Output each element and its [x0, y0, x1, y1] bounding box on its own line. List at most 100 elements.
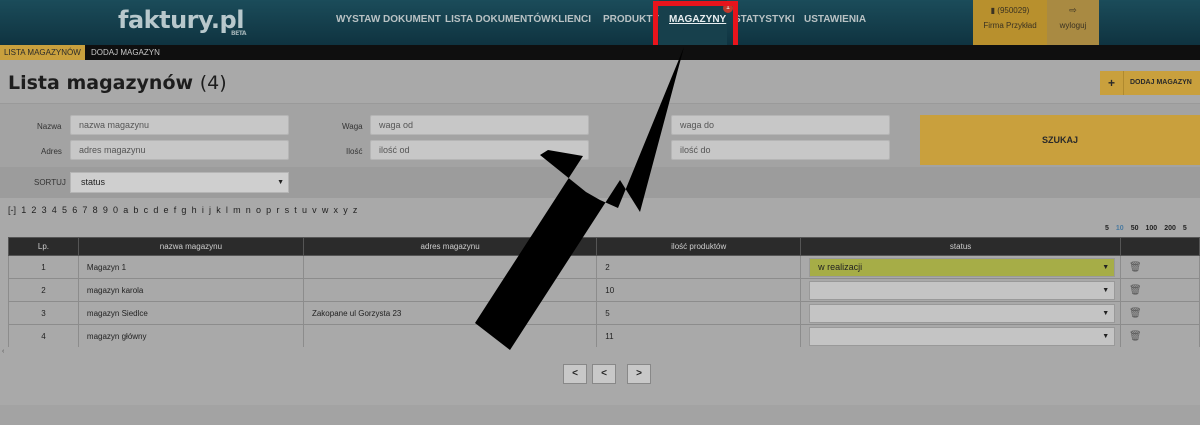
table-row[interactable]: 1 Magazyn 1 2 w realizacji ▼ 🗑	[8, 255, 1200, 279]
qty-label: Ilość	[346, 147, 363, 156]
letter-filter-item[interactable]: x	[334, 205, 339, 215]
qty-to-label: o	[650, 147, 655, 156]
letter-filter-item[interactable]: s	[285, 205, 290, 215]
letter-filter-item[interactable]: 2	[31, 205, 36, 215]
letter-filter-item[interactable]: p	[266, 205, 271, 215]
nav-ustawienia[interactable]: USTAWIENIA	[804, 14, 866, 25]
nav-wystaw-dokument[interactable]: WYSTAW DOKUMENT	[336, 14, 441, 25]
letter-filter-item[interactable]: r	[276, 205, 279, 215]
user-account-box[interactable]: ▮ (950029) Firma Przykład	[973, 0, 1047, 45]
weight-from-input[interactable]: waga od	[370, 115, 589, 135]
nav-produkty[interactable]: PRODUKTY	[603, 14, 659, 25]
address-input[interactable]: adres magazynu	[70, 140, 289, 160]
trash-icon[interactable]: 🗑	[1129, 262, 1142, 273]
letter-filter: [-] 1 2 3 4 5 6 7 8 9 0 a b c d e f g h i j k l m n o p r s t u v w x y z	[8, 205, 363, 215]
header-address[interactable]: adres magazynu	[302, 237, 598, 256]
letter-filter-item[interactable]: 8	[93, 205, 98, 215]
letter-filter-item[interactable]: 6	[72, 205, 77, 215]
letter-filter-item[interactable]: 3	[42, 205, 47, 215]
name-label: Nazwa	[37, 122, 62, 131]
letter-filter-item[interactable]: o	[256, 205, 261, 215]
letter-filter-item[interactable]: k	[216, 205, 221, 215]
page-title-count: (4)	[199, 72, 227, 94]
warehouse-table-container: Lp. nazwa magazynu adres magazynu ilość …	[8, 237, 1200, 347]
header-name[interactable]: nazwa magazynu	[77, 237, 304, 256]
letter-filter-item[interactable]: c	[144, 205, 149, 215]
trash-icon[interactable]: 🗑	[1129, 308, 1142, 319]
cell-actions: 🗑	[1120, 255, 1200, 279]
status-select[interactable]: ▼	[809, 303, 1116, 323]
status-select[interactable]: ▼	[809, 326, 1116, 346]
letter-filter-item[interactable]: b	[133, 205, 138, 215]
letter-filter-item[interactable]: 4	[52, 205, 57, 215]
letter-filter-item[interactable]: n	[246, 205, 251, 215]
logout-button[interactable]: ⇨ wyloguj	[1047, 0, 1099, 45]
letter-filter-item[interactable]: l	[226, 205, 228, 215]
header-status[interactable]: status	[800, 237, 1122, 256]
page-size-option[interactable]: 5	[1183, 225, 1187, 232]
letter-filter-item[interactable]: 0	[113, 205, 118, 215]
letter-filter-item[interactable]: j	[209, 205, 211, 215]
address-label: Adres	[41, 147, 62, 156]
scroll-left-icon[interactable]: ‹	[2, 348, 4, 355]
page-size-option[interactable]: 10	[1116, 225, 1124, 232]
cell-status: ▼	[800, 324, 1122, 347]
nav-klienci[interactable]: KLIENCI	[551, 14, 591, 25]
prev-page-button[interactable]: <	[592, 364, 616, 384]
qty-to-input[interactable]: ilość do	[671, 140, 890, 160]
letter-filter-item[interactable]: v	[312, 205, 317, 215]
letter-filter-item[interactable]: 7	[82, 205, 87, 215]
sort-select[interactable]: status ▼	[70, 172, 289, 193]
cell-status: w realizacji ▼	[800, 255, 1122, 279]
nav-lista-dokumentow[interactable]: LISTA DOKUMENTÓW	[445, 14, 551, 25]
letter-filter-item[interactable]: t	[294, 205, 297, 215]
letter-filter-item[interactable]: g	[181, 205, 186, 215]
letter-filter-item[interactable]: 9	[103, 205, 108, 215]
name-input[interactable]: nazwa magazynu	[70, 115, 289, 135]
table-row[interactable]: 4 magazyn główny 11 ▼ 🗑	[8, 324, 1200, 347]
top-navbar: faktury.pl BETA WYSTAW DOKUMENT LISTA DO…	[0, 0, 1200, 45]
letter-filter-item[interactable]: w	[322, 205, 329, 215]
letter-filter-item[interactable]: f	[174, 205, 177, 215]
letter-filter-item[interactable]: y	[343, 205, 348, 215]
search-button[interactable]: SZUKAJ	[920, 115, 1200, 165]
cell-actions: 🗑	[1120, 324, 1200, 347]
trash-icon[interactable]: 🗑	[1129, 331, 1142, 342]
page-size-option[interactable]: 50	[1131, 225, 1139, 232]
letter-filter-item[interactable]: i	[202, 205, 204, 215]
letter-filter-item[interactable]: 5	[62, 205, 67, 215]
letter-filter-item[interactable]: u	[302, 205, 307, 215]
first-page-button[interactable]: <	[563, 364, 587, 384]
letter-filter-item[interactable]: [-]	[8, 205, 16, 215]
letter-filter-item[interactable]: h	[192, 205, 197, 215]
status-select[interactable]: w realizacji ▼	[809, 257, 1116, 277]
qty-from-input[interactable]: ilość od	[370, 140, 589, 160]
header-qty[interactable]: ilość produktów	[596, 237, 802, 256]
letter-filter-item[interactable]: a	[123, 205, 128, 215]
table-row[interactable]: 2 magazyn karola 10 ▼ 🗑	[8, 278, 1200, 302]
subnav-dodaj-magazyn[interactable]: DODAJ MAGAZYN	[87, 45, 164, 60]
sort-bar: SORTUJ status ▼	[0, 167, 1200, 198]
subnav-lista-magazynow[interactable]: LISTA MAGAZYNÓW	[0, 45, 85, 60]
page-size-option[interactable]: 100	[1146, 225, 1158, 232]
cell-name: Magazyn 1	[77, 255, 304, 279]
status-select[interactable]: ▼	[809, 280, 1116, 300]
table-row[interactable]: 3 magazyn Siedlce Zakopane ul Gorzysta 2…	[8, 301, 1200, 325]
letter-filter-item[interactable]: e	[164, 205, 169, 215]
page-size-option[interactable]: 5	[1105, 225, 1109, 232]
filter-panel: Nazwa nazwa magazynu Adres adres magazyn…	[0, 103, 1200, 198]
nav-statystyki[interactable]: STATYSTYKI	[734, 14, 795, 25]
add-warehouse-button[interactable]: + DODAJ MAGAZYN	[1100, 71, 1200, 95]
header-lp[interactable]: Lp.	[8, 237, 79, 256]
next-page-button[interactable]: >	[627, 364, 651, 384]
letter-filter-item[interactable]: d	[153, 205, 158, 215]
letter-filter-item[interactable]: z	[353, 205, 358, 215]
letter-filter-item[interactable]: 1	[21, 205, 26, 215]
weight-label: Waga	[342, 122, 363, 131]
page-size-option[interactable]: 200	[1164, 225, 1176, 232]
logo[interactable]: faktury.pl BETA	[118, 6, 246, 37]
letter-filter-item[interactable]: m	[233, 205, 241, 215]
trash-icon[interactable]: 🗑	[1129, 285, 1142, 296]
cell-address	[302, 324, 598, 347]
weight-to-input[interactable]: waga do	[671, 115, 890, 135]
